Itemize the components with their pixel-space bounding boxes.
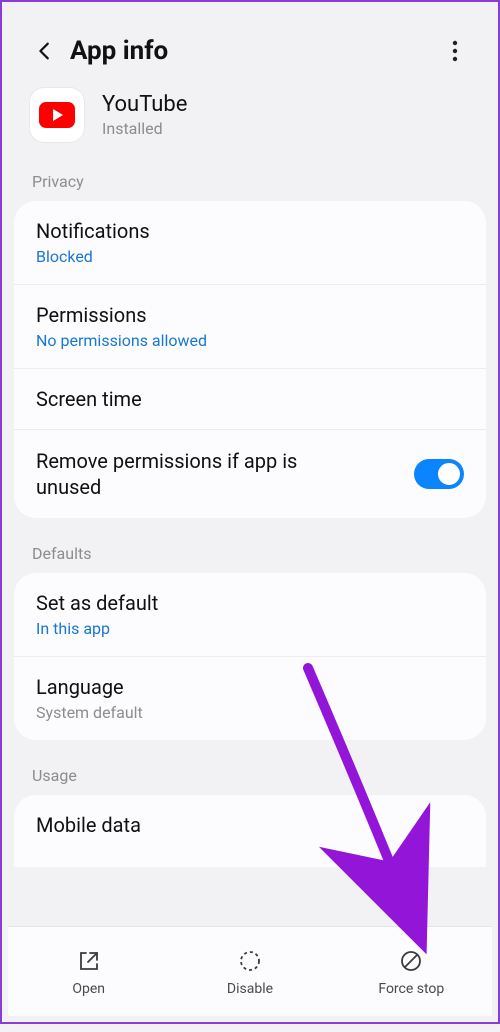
chevron-left-icon: [34, 40, 56, 62]
page-title: App info: [70, 36, 436, 66]
usage-card: Mobile data: [14, 795, 486, 867]
row-permissions[interactable]: Permissions No permissions allowed: [14, 285, 486, 369]
disable-button[interactable]: Disable: [169, 927, 330, 1016]
nav-label: Force stop: [378, 981, 444, 997]
section-label-defaults: Defaults: [8, 536, 492, 573]
row-subtext: Blocked: [36, 247, 464, 266]
open-icon: [75, 947, 103, 975]
defaults-card: Set as default In this app Language Syst…: [14, 573, 486, 740]
row-subtext: System default: [36, 703, 464, 722]
row-screen-time[interactable]: Screen time: [14, 369, 486, 430]
section-label-privacy: Privacy: [8, 164, 492, 201]
app-identity: YouTube Installed: [8, 80, 492, 164]
app-install-status: Installed: [102, 119, 187, 138]
section-label-usage: Usage: [8, 758, 492, 795]
disable-icon: [236, 947, 264, 975]
row-title: Set as default: [36, 591, 464, 615]
row-title: Permissions: [36, 303, 464, 327]
row-title: Screen time: [36, 387, 464, 411]
row-language[interactable]: Language System default: [14, 657, 486, 740]
row-subtext: No permissions allowed: [36, 331, 464, 350]
more-options-button[interactable]: [436, 32, 474, 70]
youtube-icon: [39, 102, 75, 128]
row-notifications[interactable]: Notifications Blocked: [14, 201, 486, 285]
force-stop-icon: [397, 947, 425, 975]
force-stop-button[interactable]: Force stop: [331, 927, 492, 1016]
row-title: Notifications: [36, 219, 464, 243]
row-remove-permissions[interactable]: Remove permissions if app is unused: [14, 430, 486, 518]
row-title: Language: [36, 675, 464, 699]
open-button[interactable]: Open: [8, 927, 169, 1016]
app-icon: [30, 88, 84, 142]
privacy-card: Notifications Blocked Permissions No per…: [14, 201, 486, 518]
row-mobile-data[interactable]: Mobile data: [36, 813, 464, 837]
bottom-action-bar: Open Disable Force stop: [8, 926, 492, 1016]
row-set-default[interactable]: Set as default In this app: [14, 573, 486, 657]
nav-label: Disable: [227, 981, 273, 997]
app-name: YouTube: [102, 92, 187, 117]
row-title: Remove permissions if app is unused: [36, 448, 356, 500]
remove-permissions-toggle[interactable]: [414, 459, 464, 489]
nav-label: Open: [72, 981, 105, 997]
row-subtext: In this app: [36, 619, 464, 638]
back-button[interactable]: [26, 32, 64, 70]
more-vertical-icon: [452, 40, 458, 62]
